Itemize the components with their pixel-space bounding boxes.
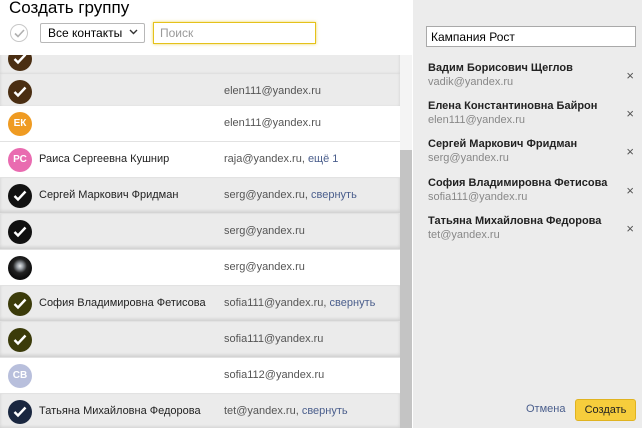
selected-check-avatar[interactable] xyxy=(8,55,32,71)
check-icon xyxy=(13,298,27,310)
member-email: serg@yandex.ru xyxy=(428,152,509,164)
contact-email: raja@yandex.ru, xyxy=(224,153,308,165)
expand-collapse-link[interactable]: свернуть xyxy=(302,405,348,417)
contact-email: elen111@yandex.ru xyxy=(224,117,321,129)
check-icon xyxy=(14,29,25,38)
group-member: Татьяна Михайловна Федорова tet@yandex.ru… xyxy=(428,215,642,253)
contact-email-cell: elen111@yandex.ru xyxy=(224,117,321,129)
check-icon xyxy=(13,406,27,418)
selected-check-avatar[interactable] xyxy=(8,292,32,316)
contact-name: Раиса Сергеевна Кушнир xyxy=(39,153,170,165)
contact-email: serg@yandex.ru xyxy=(224,225,305,237)
group-member: Вадим Борисович Щеглов vadik@yandex.ru × xyxy=(428,62,642,100)
contact-email: tet@yandex.ru, xyxy=(224,405,302,417)
contact-name: София Владимировна Фетисова xyxy=(39,297,206,309)
contact-email: sofia111@yandex.ru xyxy=(224,333,324,345)
contact-row[interactable]: ЕК elen111@yandex.ru xyxy=(0,106,400,142)
contact-email: serg@yandex.ru xyxy=(224,261,305,273)
contact-name: Татьяна Михайловна Федорова xyxy=(39,405,201,417)
group-member: Сергей Маркович Фридман serg@yandex.ru × xyxy=(428,138,642,176)
selected-check-avatar[interactable] xyxy=(8,220,32,244)
group-member: София Владимировна Фетисова sofia111@yand… xyxy=(428,177,642,215)
contacts-filter-select[interactable]: Все контакты xyxy=(40,23,145,43)
group-name-input[interactable] xyxy=(426,26,636,47)
avatar-initials[interactable]: СВ xyxy=(8,364,32,388)
contact-email-cell: serg@yandex.ru, свернуть xyxy=(224,189,357,201)
select-all-checkbox[interactable] xyxy=(10,24,28,42)
search-input[interactable] xyxy=(153,22,316,44)
contact-row[interactable]: София Владимировна Фетисова sofia111@yand… xyxy=(0,286,400,322)
check-icon xyxy=(13,55,27,65)
group-member: Елена Константиновна Байрон elen111@yande… xyxy=(428,100,642,138)
member-email: elen111@yandex.ru xyxy=(428,114,525,126)
contact-email-cell: tet@yandex.ru, свернуть xyxy=(224,405,348,417)
avatar-initials[interactable]: РС xyxy=(8,148,32,172)
contact-email: elen111@yandex.ru xyxy=(224,85,321,97)
remove-member-close-icon[interactable]: × xyxy=(626,68,634,83)
contact-row[interactable]: РС Раиса Сергеевна Кушнир raja@yandex.ru, … xyxy=(0,142,400,178)
contact-row[interactable]: serg@yandex.ru xyxy=(0,250,400,286)
contact-list-scrollbar[interactable] xyxy=(400,55,412,428)
contact-email: sofia111@yandex.ru, xyxy=(224,297,330,309)
member-name: Вадим Борисович Щеглов xyxy=(428,62,573,74)
contact-email-cell: sofia112@yandex.ru xyxy=(224,369,324,381)
selected-check-avatar[interactable] xyxy=(8,400,32,424)
contacts-filter-value: Все контакты xyxy=(48,26,123,40)
selected-check-avatar[interactable] xyxy=(8,80,32,104)
avatar-initials[interactable]: ЕК xyxy=(8,112,32,136)
contact-row[interactable]: elen111@yandex.ru xyxy=(0,74,400,110)
contact-email-cell: sofia111@yandex.ru xyxy=(224,333,323,345)
contact-email-cell: sofia111@yandex.ru, свернуть xyxy=(224,297,375,309)
member-email: vadik@yandex.ru xyxy=(428,76,514,88)
group-panel: Вадим Борисович Щегловvadik@yandex.ru×Ел… xyxy=(413,0,642,428)
selected-check-avatar[interactable] xyxy=(8,328,32,352)
contact-email: serg@yandex.ru, xyxy=(224,189,311,201)
remove-member-close-icon[interactable]: × xyxy=(626,183,634,198)
chevron-down-icon xyxy=(129,29,138,35)
contact-picker-panel: Создать группу Все контакты elen111@yand… xyxy=(0,0,412,428)
expand-collapse-link[interactable]: свернуть xyxy=(330,297,376,309)
remove-member-close-icon[interactable]: × xyxy=(626,221,634,236)
avatar-photo[interactable] xyxy=(8,256,32,280)
check-icon xyxy=(13,86,27,98)
page-title: Создать группу xyxy=(9,0,130,17)
remove-member-close-icon[interactable]: × xyxy=(626,144,634,159)
create-button[interactable]: Создать xyxy=(575,399,636,421)
member-email: tet@yandex.ru xyxy=(428,229,500,241)
contact-row[interactable]: Татьяна Михайловна Федорова tet@yandex.ru… xyxy=(0,394,400,428)
check-icon xyxy=(13,190,27,202)
expand-collapse-link[interactable]: ещё 1 xyxy=(308,153,338,165)
remove-member-close-icon[interactable]: × xyxy=(626,106,634,121)
contact-row[interactable]: serg@yandex.ru xyxy=(0,214,400,250)
cancel-button[interactable]: Отмена xyxy=(526,403,565,415)
contact-list: elen111@yandex.ru ЕК elen111@yandex.ru РС Ра… xyxy=(0,55,400,428)
member-name: Татьяна Михайловна Федорова xyxy=(428,215,602,227)
contact-email-cell: elen111@yandex.ru xyxy=(224,85,321,97)
check-icon xyxy=(13,226,27,238)
expand-collapse-link[interactable]: свернуть xyxy=(311,189,357,201)
contact-row[interactable]: СВ sofia112@yandex.ru xyxy=(0,358,400,394)
contact-email-cell: serg@yandex.ru xyxy=(224,261,305,273)
contact-email-cell: raja@yandex.ru, ещё 1 xyxy=(224,153,338,165)
member-email: sofia111@yandex.ru xyxy=(428,191,528,203)
contact-email: sofia112@yandex.ru xyxy=(224,369,325,381)
contact-row[interactable]: Сергей Маркович Фридман serg@yandex.ru, с… xyxy=(0,178,400,214)
member-name: Сергей Маркович Фридман xyxy=(428,138,578,150)
contact-row[interactable]: sofia111@yandex.ru xyxy=(0,322,400,358)
scrollbar-thumb[interactable] xyxy=(400,150,412,428)
member-name: София Владимировна Фетисова xyxy=(428,177,608,189)
contact-name: Сергей Маркович Фридман xyxy=(39,189,179,201)
selected-check-avatar[interactable] xyxy=(8,184,32,208)
member-name: Елена Константиновна Байрон xyxy=(428,100,598,112)
check-icon xyxy=(13,334,27,346)
contact-email-cell: serg@yandex.ru xyxy=(224,225,305,237)
